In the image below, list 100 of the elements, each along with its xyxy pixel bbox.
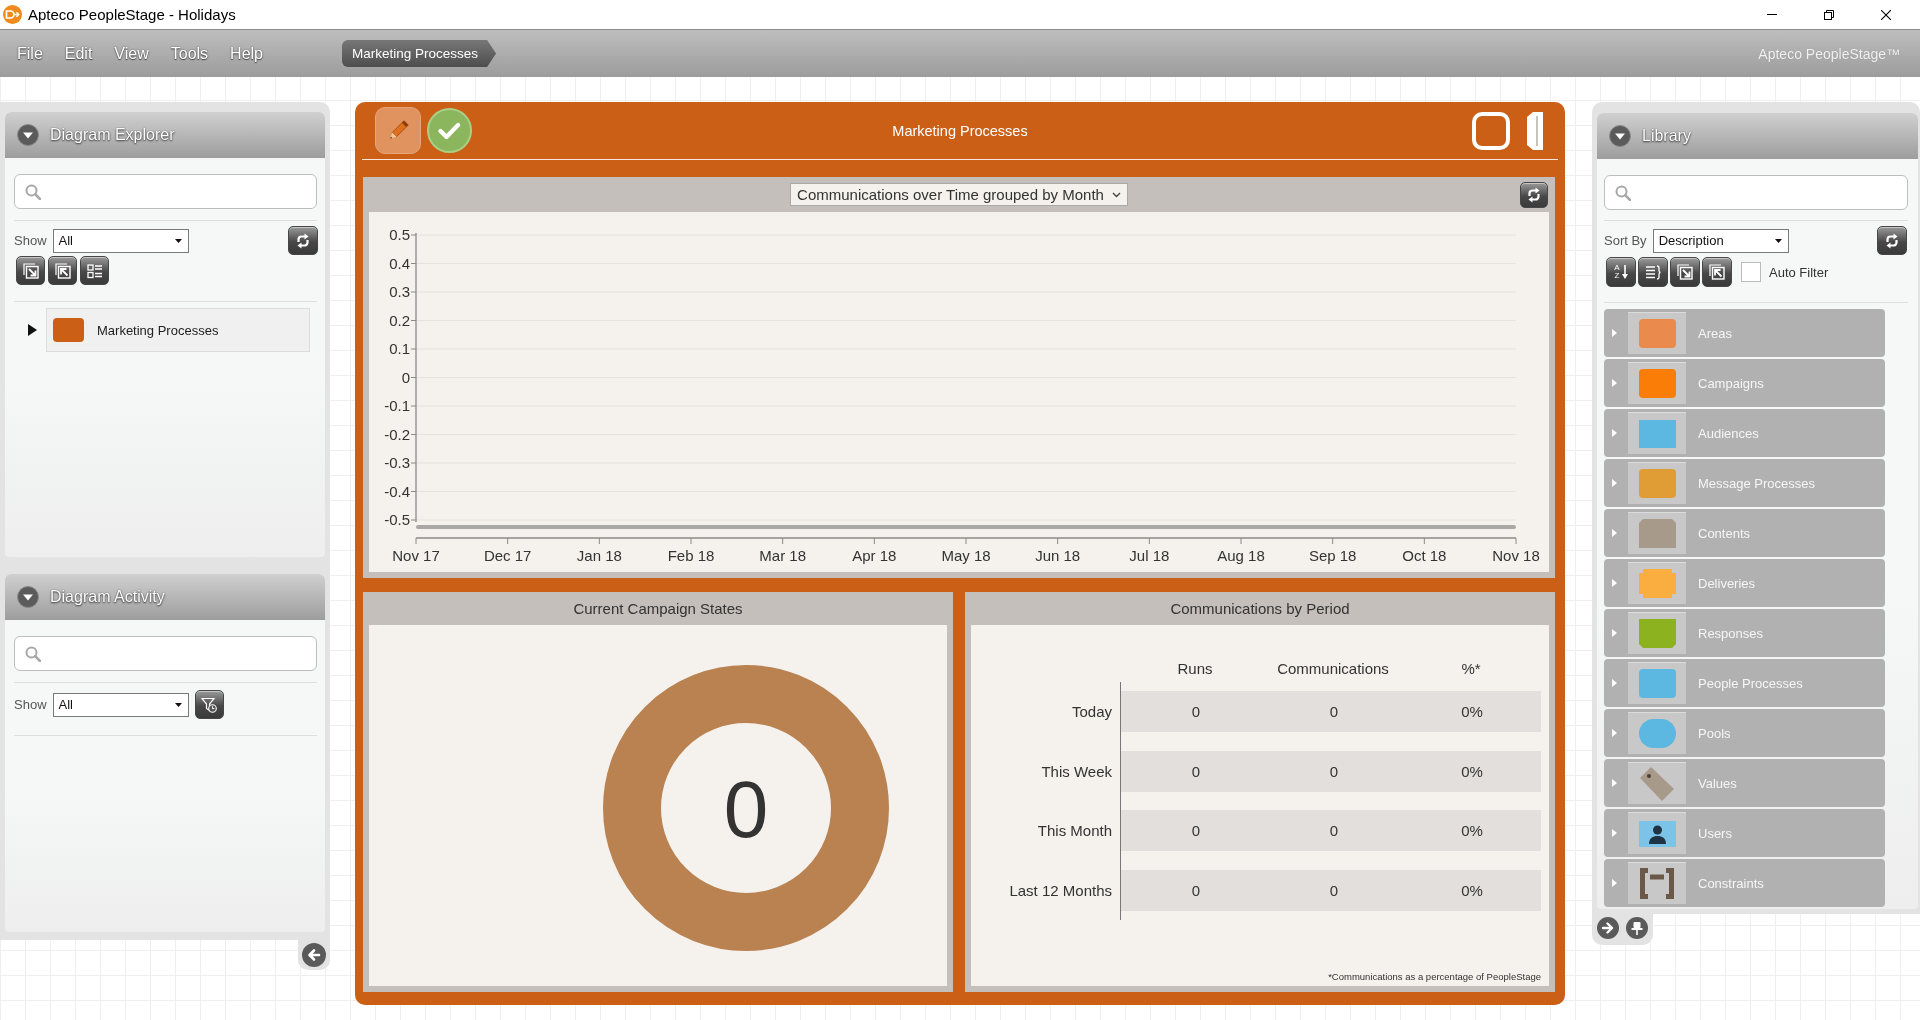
dropdown-arrow-icon bbox=[1774, 238, 1782, 243]
breadcrumb-button[interactable]: Marketing Processes bbox=[342, 40, 497, 67]
caret-icon[interactable] bbox=[28, 324, 37, 336]
y-tick-label: 0 bbox=[401, 368, 410, 386]
column-header: Runs bbox=[1176, 659, 1214, 677]
chart-scrollbar[interactable] bbox=[416, 525, 1516, 529]
search-icon bbox=[25, 183, 41, 200]
x-tick-label: Apr 18 bbox=[852, 547, 897, 564]
refresh-icon bbox=[295, 232, 311, 249]
x-tick-label: Oct 18 bbox=[1402, 547, 1447, 564]
diagram-title: Marketing Processes bbox=[892, 122, 1028, 139]
table-cell-text: 0% bbox=[1460, 762, 1484, 780]
show-label: Show bbox=[14, 233, 47, 248]
filter-button[interactable] bbox=[194, 690, 224, 719]
refresh-button[interactable] bbox=[288, 226, 318, 255]
chevron-down-icon bbox=[1111, 191, 1121, 198]
box-arrow-out-icon bbox=[1709, 264, 1725, 280]
check-icon bbox=[438, 121, 461, 140]
column-header: %* bbox=[1460, 659, 1482, 677]
brand-label: Apteco PeopleStage™ bbox=[1758, 45, 1900, 62]
list-icon bbox=[86, 262, 103, 279]
checkbox-label: Auto Filter bbox=[1769, 264, 1829, 280]
table-cell-text: 0 bbox=[1328, 822, 1340, 839]
row-header: This Week bbox=[1041, 762, 1112, 780]
collapse-icon[interactable] bbox=[17, 124, 39, 146]
panel-title: Current Campaign States bbox=[573, 600, 743, 617]
expand-button[interactable] bbox=[16, 256, 45, 285]
dropdown-arrow-icon bbox=[174, 702, 182, 707]
refresh-icon bbox=[1884, 232, 1900, 249]
table-cell-text: 0% bbox=[1460, 822, 1484, 839]
library-item[interactable]: Campaigns bbox=[1604, 359, 1885, 407]
library-item[interactable]: Responses bbox=[1604, 609, 1885, 657]
side-panel-icon[interactable] bbox=[1525, 110, 1545, 151]
square-outline-icon[interactable] bbox=[1472, 111, 1510, 150]
y-tick-label: 0.3 bbox=[389, 283, 410, 300]
panel-title: Library bbox=[1642, 127, 1691, 145]
collapse-button[interactable] bbox=[1702, 257, 1732, 287]
table-cell-text: 0 bbox=[1328, 881, 1340, 899]
library-item[interactable]: Pools bbox=[1604, 709, 1885, 757]
library-item[interactable]: Audiences bbox=[1604, 409, 1885, 457]
total-count: 0 bbox=[723, 765, 769, 854]
y-tick-label: -0.3 bbox=[384, 454, 410, 471]
tree-item[interactable]: Marketing Processes bbox=[46, 308, 310, 352]
refresh-button[interactable] bbox=[1877, 226, 1907, 255]
y-tick-label: -0.5 bbox=[384, 511, 410, 528]
y-tick-label: 0.1 bbox=[389, 340, 410, 357]
menu-item[interactable]: Tools bbox=[159, 40, 220, 67]
x-tick-label: Nov 17 bbox=[392, 547, 440, 564]
list-view-button[interactable] bbox=[80, 256, 109, 285]
search-field[interactable] bbox=[14, 636, 317, 671]
box-arrow-out-icon bbox=[54, 262, 71, 279]
auto-filter-checkbox[interactable] bbox=[1741, 262, 1761, 282]
menu-item[interactable]: Edit bbox=[53, 40, 104, 67]
library-item[interactable]: Message Processes bbox=[1604, 459, 1885, 507]
library-item[interactable]: People Processes bbox=[1604, 659, 1885, 707]
library-item[interactable]: Users bbox=[1604, 809, 1885, 857]
library-item[interactable]: Constraints bbox=[1604, 859, 1885, 907]
search-field[interactable] bbox=[1604, 175, 1908, 210]
chart-type-dropdown[interactable]: Communications over Time grouped by Month bbox=[790, 183, 1128, 206]
y-tick-label: 0.5 bbox=[389, 226, 410, 243]
sort-dropdown[interactable]: Description bbox=[1652, 228, 1789, 253]
library-item[interactable]: Contents bbox=[1604, 509, 1885, 557]
down-arrow-icon bbox=[1621, 265, 1628, 279]
menu-item[interactable]: File bbox=[6, 40, 54, 67]
y-tick-label: -0.2 bbox=[384, 425, 410, 443]
show-label: Show bbox=[14, 697, 47, 712]
restore-icon bbox=[1823, 9, 1834, 20]
search-field[interactable] bbox=[14, 174, 317, 209]
pin-icon[interactable] bbox=[1626, 917, 1648, 939]
collapse-button[interactable] bbox=[48, 256, 77, 285]
library-item[interactable]: Areas bbox=[1604, 309, 1885, 357]
panel-title: Diagram Explorer bbox=[50, 126, 175, 144]
x-tick-label: Jul 18 bbox=[1129, 547, 1170, 564]
x-tick-label: Jan 18 bbox=[576, 547, 622, 564]
approve-button[interactable] bbox=[427, 108, 472, 153]
menu-item[interactable]: Help bbox=[219, 40, 274, 67]
expand-button[interactable] bbox=[1670, 257, 1700, 287]
sort-button[interactable]: A Z bbox=[1606, 257, 1636, 287]
x-tick-label: Dec 17 bbox=[483, 547, 532, 564]
menu-item[interactable]: View bbox=[103, 40, 160, 67]
show-dropdown[interactable]: All bbox=[52, 228, 189, 253]
x-tick-label: Jun 18 bbox=[1035, 547, 1081, 564]
y-tick-label: 0.2 bbox=[389, 311, 410, 329]
search-icon bbox=[1615, 184, 1631, 201]
panel-title: Diagram Activity bbox=[50, 588, 165, 606]
refresh-button[interactable] bbox=[1520, 181, 1548, 208]
collapse-icon[interactable] bbox=[1609, 125, 1631, 147]
table-cell-text: 0 bbox=[1328, 703, 1340, 720]
x-tick-label: Sep 18 bbox=[1308, 547, 1357, 564]
x-tick-label: Nov 18 bbox=[1492, 547, 1540, 564]
panel-title: Communications by Period bbox=[1170, 600, 1350, 617]
window-title: Apteco PeopleStage - Holidays bbox=[28, 6, 237, 23]
show-dropdown[interactable]: All bbox=[52, 692, 189, 717]
row-header: This Month bbox=[1037, 822, 1112, 839]
box-arrow-in-icon bbox=[22, 262, 39, 279]
collapse-icon[interactable] bbox=[17, 586, 39, 608]
library-item[interactable]: Deliveries bbox=[1604, 559, 1885, 607]
library-item[interactable]: Values bbox=[1604, 759, 1885, 807]
align-button[interactable] bbox=[1638, 257, 1668, 287]
y-tick-label: 0.4 bbox=[389, 254, 410, 272]
